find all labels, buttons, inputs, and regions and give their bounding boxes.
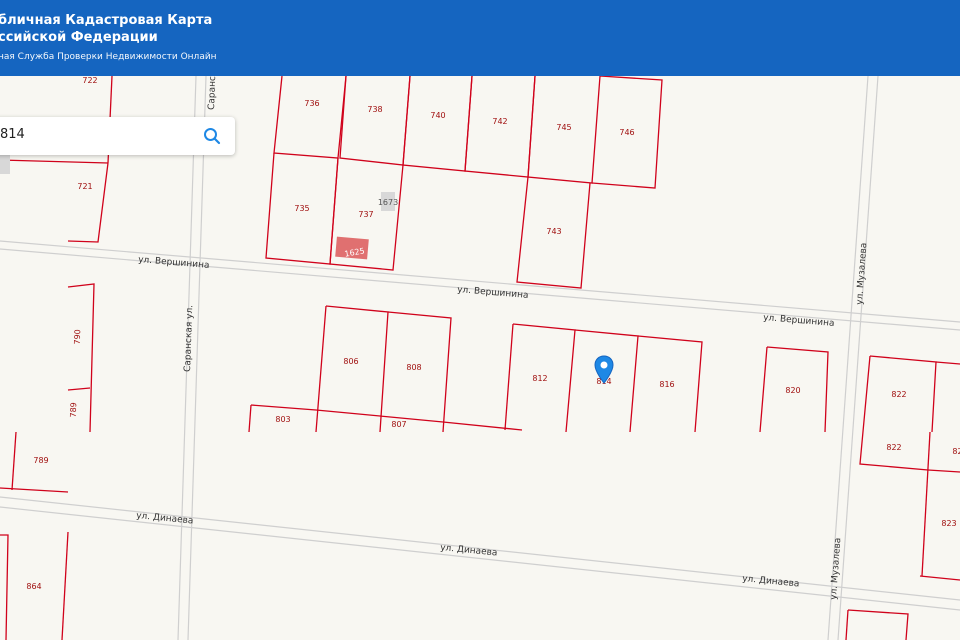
site-title-line1: бличная Кадастровая Карта xyxy=(0,13,213,28)
plot-label: 736 xyxy=(304,99,319,108)
site-title-line2: ссийской Федерации xyxy=(0,30,158,45)
plot-label: 864 xyxy=(26,582,41,591)
plot-label: 737 xyxy=(358,210,373,219)
search-icon[interactable] xyxy=(203,127,221,145)
street-label-vershinina: ул. Вершинина xyxy=(457,285,529,301)
plot-label: 824 xyxy=(952,447,960,456)
plot-label: 789 xyxy=(69,402,79,418)
street-label-saranskaya: Саранская ул. xyxy=(183,305,195,372)
plot-label: 742 xyxy=(492,117,507,126)
location-pin-icon[interactable] xyxy=(593,355,615,385)
plot-label: 789 xyxy=(33,456,48,465)
street-label-muzaleva: ул. Музалева xyxy=(855,242,869,305)
street-labels: ул. Вершинина ул. Вершинина ул. Вершинин… xyxy=(136,43,870,600)
plot-label: 806 xyxy=(343,357,358,366)
plot-label: 822 xyxy=(891,390,906,399)
plot-label: 803 xyxy=(275,415,290,424)
plot-label: 790 xyxy=(73,329,83,345)
plot-label: 812 xyxy=(532,374,547,383)
plot-label: 722 xyxy=(82,76,97,85)
plot-label: 721 xyxy=(77,182,92,191)
street-label-dinaeva: ул. Динаева xyxy=(440,543,498,558)
plot-label: 738 xyxy=(367,105,382,114)
plot-label: 1673 xyxy=(378,198,398,207)
site-header: бличная Кадастровая Карта ссийской Федер… xyxy=(0,0,960,76)
search-input[interactable]: 814 xyxy=(0,127,25,142)
plot-label: 822 xyxy=(886,443,901,452)
site-subtitle: ная Служба Проверки Недвижимости Онлайн xyxy=(0,52,217,62)
plot-label: 820 xyxy=(785,386,800,395)
search-box[interactable]: 814 xyxy=(0,117,235,155)
plot-label: 808 xyxy=(406,363,421,372)
plot-label: 735 xyxy=(294,204,309,213)
plot-label: 745 xyxy=(556,123,571,132)
plot-label: 823 xyxy=(941,519,956,528)
plot-label: 816 xyxy=(659,380,674,389)
cadastral-map[interactable]: 722 736 738 740 742 745 746 721 735 737 … xyxy=(0,0,960,640)
plot-label: 743 xyxy=(546,227,561,236)
plot-label: 740 xyxy=(430,111,445,120)
street-label-vershinina: ул. Вершинина xyxy=(763,313,835,329)
plot-label: 807 xyxy=(391,420,406,429)
plot-label: 746 xyxy=(619,128,634,137)
